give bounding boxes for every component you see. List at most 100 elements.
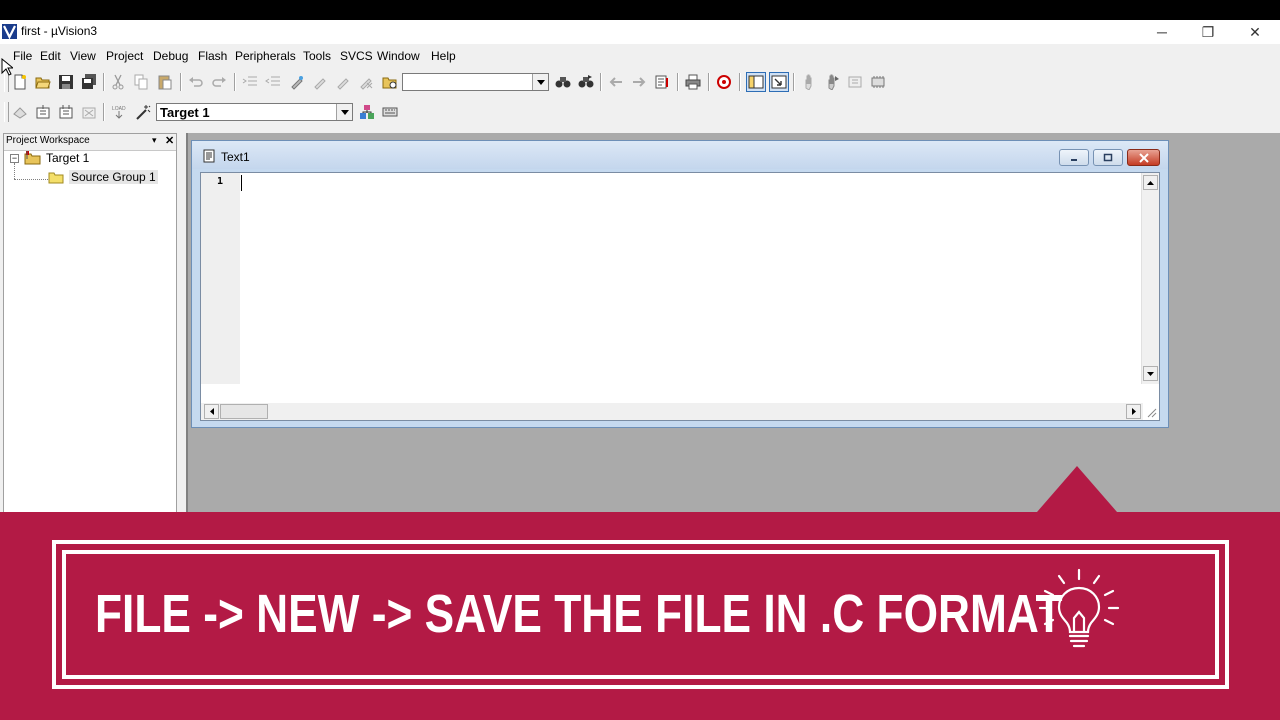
copy-button[interactable]	[132, 73, 150, 91]
find-combo-dropdown[interactable]	[532, 74, 548, 90]
print-button[interactable]	[684, 73, 702, 91]
menu-edit[interactable]: Edit	[40, 49, 61, 63]
horizontal-scrollbar[interactable]	[201, 403, 1143, 420]
editor-maximize-button[interactable]	[1093, 149, 1123, 166]
menu-file[interactable]: File	[13, 49, 32, 63]
minimize-button[interactable]: ─	[1139, 20, 1185, 44]
arrow-up-icon	[1147, 180, 1154, 185]
toggle-bookmark-button[interactable]	[288, 73, 306, 91]
editor-minimize-button[interactable]	[1059, 149, 1089, 166]
tool-hand-arrow-icon	[828, 74, 839, 90]
hand-tool-button[interactable]	[800, 73, 818, 91]
minimize-icon: ─	[1157, 24, 1167, 40]
toolbar-separator	[103, 103, 105, 121]
translate-button[interactable]	[11, 103, 29, 121]
editor-close-button[interactable]	[1127, 149, 1160, 166]
cut-icon	[112, 74, 124, 90]
output-window-icon	[771, 75, 787, 89]
tool-button-4[interactable]	[869, 73, 887, 91]
scroll-down-button[interactable]	[1143, 366, 1158, 381]
open-file-button[interactable]	[34, 73, 52, 91]
arrow-down-icon	[1147, 371, 1154, 376]
find-combo[interactable]	[402, 73, 549, 91]
source-browser-button[interactable]	[653, 73, 671, 91]
memory-config-icon	[871, 76, 885, 88]
folder-icon	[48, 172, 64, 183]
menu-tools[interactable]: Tools	[303, 49, 331, 63]
navigate-forward-button[interactable]	[630, 73, 648, 91]
menu-window[interactable]: Window	[377, 49, 420, 63]
menu-bar: File Edit View Project Debug Flash Perip…	[0, 44, 1280, 66]
menu-help[interactable]: Help	[431, 49, 456, 63]
indent-button[interactable]	[241, 73, 259, 91]
menu-debug[interactable]: Debug	[153, 49, 188, 63]
build-toolbar: LOAD Target 1	[0, 98, 1280, 126]
menu-flash[interactable]: Flash	[198, 49, 227, 63]
scroll-right-button[interactable]	[1126, 404, 1141, 419]
file-extensions-button[interactable]	[381, 103, 399, 121]
save-all-icon	[82, 74, 96, 89]
scroll-up-button[interactable]	[1143, 175, 1158, 190]
printer-icon	[685, 74, 701, 90]
stop-build-button[interactable]	[80, 103, 98, 121]
tree-expander-collapse[interactable]: −	[10, 154, 19, 163]
unindent-button[interactable]	[264, 73, 282, 91]
project-window-toggle-button[interactable]	[746, 72, 766, 92]
target-select-dropdown[interactable]	[336, 104, 352, 120]
next-bookmark-button[interactable]	[334, 73, 352, 91]
tool-button-3[interactable]	[846, 73, 864, 91]
prev-bookmark-icon	[314, 78, 326, 90]
editor-title-bar[interactable]: Text1	[192, 141, 1168, 169]
stop-build-icon	[82, 107, 96, 119]
vertical-scrollbar[interactable]	[1141, 173, 1159, 384]
save-button[interactable]	[57, 73, 75, 91]
editor-text-area[interactable]: 1	[200, 172, 1160, 421]
find-in-files-button[interactable]	[381, 73, 399, 91]
clear-bookmarks-icon	[360, 78, 373, 90]
menu-view[interactable]: View	[70, 49, 96, 63]
save-icon	[59, 75, 73, 89]
menu-project[interactable]: Project	[106, 49, 143, 63]
banner-pointer	[1037, 466, 1117, 512]
tree-item-target[interactable]: Target 1	[24, 151, 89, 165]
find-button[interactable]	[554, 73, 572, 91]
build-target-button[interactable]	[34, 103, 52, 121]
toolbar-separator	[793, 73, 795, 91]
toolbar-separator	[103, 73, 105, 91]
undo-button[interactable]	[187, 73, 205, 91]
cut-button[interactable]	[109, 73, 127, 91]
horizontal-scroll-thumb[interactable]	[220, 404, 268, 419]
target-options-button[interactable]	[134, 103, 152, 121]
debug-session-button[interactable]	[715, 73, 733, 91]
scroll-left-button[interactable]	[204, 404, 219, 419]
menu-peripherals[interactable]: Peripherals	[235, 49, 296, 63]
panel-menu-icon[interactable]: ▾	[152, 135, 157, 146]
panel-close-icon[interactable]: ✕	[165, 134, 174, 147]
redo-button[interactable]	[210, 73, 228, 91]
target-select[interactable]: Target 1	[156, 103, 353, 121]
toolbar-separator	[677, 73, 679, 91]
caption-text: FILE -> NEW -> SAVE THE FILE IN .C FORMA…	[95, 584, 1063, 644]
close-button[interactable]: ✕	[1232, 20, 1278, 44]
menu-svcs[interactable]: SVCS	[340, 49, 373, 63]
rebuild-all-button[interactable]	[57, 103, 75, 121]
save-all-button[interactable]	[80, 73, 98, 91]
tool-button-2[interactable]	[823, 73, 841, 91]
restore-button[interactable]: ❐	[1185, 20, 1231, 44]
download-button[interactable]: LOAD	[110, 103, 128, 121]
manage-components-button[interactable]	[358, 103, 376, 121]
incremental-find-button[interactable]	[577, 73, 595, 91]
resize-grip-icon[interactable]	[1145, 406, 1157, 418]
find-in-files-icon	[382, 77, 397, 89]
text1-editor-window: Text1 1	[191, 140, 1169, 428]
prev-bookmark-button[interactable]	[311, 73, 329, 91]
output-window-toggle-button[interactable]	[769, 72, 789, 92]
clear-bookmarks-button[interactable]	[357, 73, 375, 91]
paste-button[interactable]	[156, 73, 174, 91]
new-file-button[interactable]	[11, 73, 29, 91]
tree-item-target-label: Target 1	[46, 151, 90, 165]
tree-item-source-group[interactable]: Source Group 1	[48, 170, 158, 184]
navigate-back-button[interactable]	[607, 73, 625, 91]
mouse-cursor-icon	[1, 58, 13, 76]
toolbar-grip[interactable]	[4, 102, 9, 122]
